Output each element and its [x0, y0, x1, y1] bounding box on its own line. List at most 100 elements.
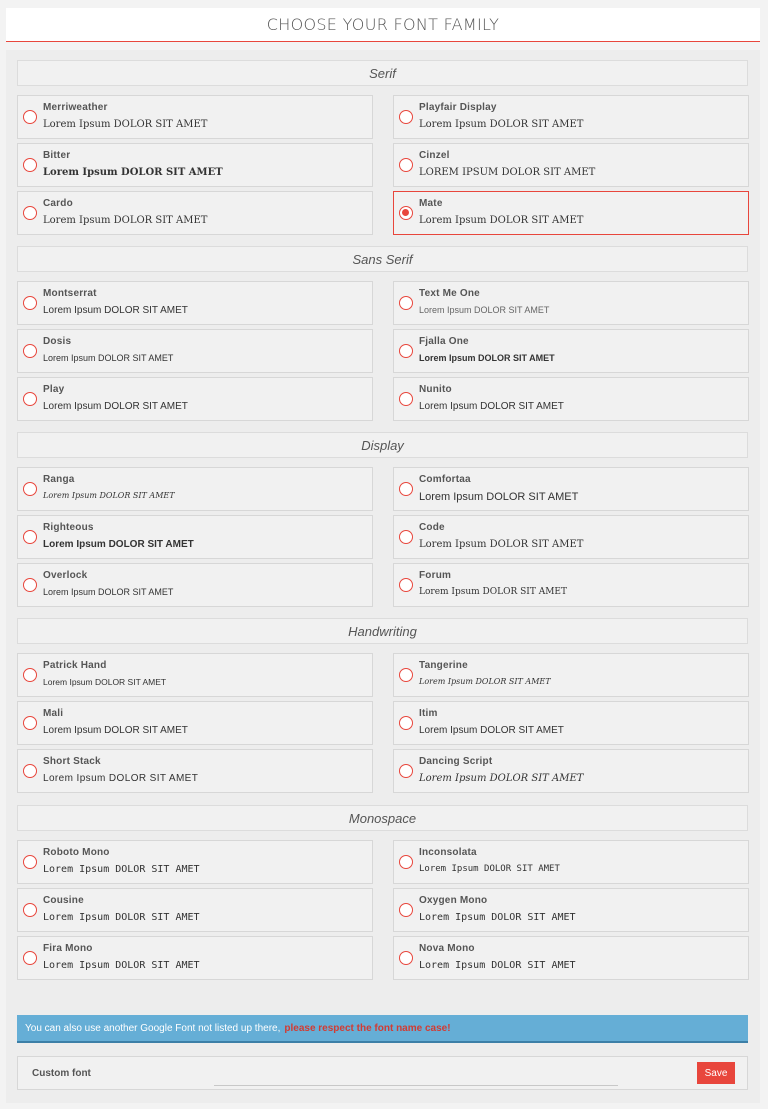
font-name: Comfortaa: [419, 474, 471, 485]
font-name: Righteous: [43, 522, 94, 533]
radio-button[interactable]: [23, 392, 37, 406]
font-option-overlock[interactable]: Overlock Lorem Ipsum DOLOR SIT AMET: [17, 563, 373, 607]
font-sample: Lorem Ipsum DOLOR SIT AMET: [43, 773, 199, 784]
radio-button[interactable]: [399, 764, 413, 778]
section-title-monospace: Monospace: [17, 805, 748, 831]
font-option-montserrat[interactable]: Montserrat Lorem Ipsum DOLOR SIT AMET: [17, 281, 373, 325]
radio-button[interactable]: [23, 855, 37, 869]
font-option-nunito[interactable]: Nunito Lorem Ipsum DOLOR SIT AMET: [393, 377, 749, 421]
font-sample: Lorem Ipsum DOLOR SIT AMET: [419, 119, 584, 130]
font-family-panel: Serif Merriweather Lorem Ipsum DOLOR SIT…: [6, 50, 760, 1103]
font-option-mate[interactable]: Mate Lorem Ipsum DOLOR SIT AMET: [393, 191, 749, 235]
font-option-ranga[interactable]: Ranga Lorem Ipsum DOLOR SIT AMET: [17, 467, 373, 511]
radio-button[interactable]: [23, 716, 37, 730]
font-option-nova-mono[interactable]: Nova Mono Lorem Ipsum DOLOR SIT AMET: [393, 936, 749, 980]
radio-button[interactable]: [399, 903, 413, 917]
radio-button[interactable]: [399, 530, 413, 544]
radio-button[interactable]: [399, 482, 413, 496]
font-option-tangerine[interactable]: Tangerine Lorem Ipsum DOLOR SIT AMET: [393, 653, 749, 697]
font-option-playfair-display[interactable]: Playfair Display Lorem Ipsum DOLOR SIT A…: [393, 95, 749, 139]
radio-button[interactable]: [23, 344, 37, 358]
font-option-cousine[interactable]: Cousine Lorem Ipsum DOLOR SIT AMET: [17, 888, 373, 932]
font-sample: Lorem Ipsum DOLOR SIT AMET: [43, 587, 174, 597]
font-option-dancing-script[interactable]: Dancing Script Lorem Ipsum DOLOR SIT AME…: [393, 749, 749, 793]
font-name: Dosis: [43, 336, 72, 347]
font-name: Patrick Hand: [43, 660, 107, 671]
font-sample: Lorem Ipsum DOLOR SIT AMET: [419, 773, 584, 784]
radio-button[interactable]: [23, 578, 37, 592]
font-name: Text Me One: [419, 288, 480, 299]
radio-button[interactable]: [23, 482, 37, 496]
font-name: Inconsolata: [419, 847, 477, 858]
font-option-short-stack[interactable]: Short Stack Lorem Ipsum DOLOR SIT AMET: [17, 749, 373, 793]
font-name: Cardo: [43, 198, 73, 209]
font-option-righteous[interactable]: Righteous Lorem Ipsum DOLOR SIT AMET: [17, 515, 373, 559]
save-button[interactable]: Save: [697, 1062, 735, 1084]
radio-button[interactable]: [23, 530, 37, 544]
font-name: Short Stack: [43, 756, 101, 767]
font-sample: Lorem Ipsum DOLOR SIT AMET: [419, 305, 550, 315]
font-option-fira-mono[interactable]: Fira Mono Lorem Ipsum DOLOR SIT AMET: [17, 936, 373, 980]
radio-button[interactable]: [23, 668, 37, 682]
font-sample: Lorem Ipsum DOLOR SIT AMET: [43, 215, 208, 226]
font-sample: Lorem Ipsum DOLOR SIT AMET: [43, 864, 200, 875]
font-option-fjalla-one[interactable]: Fjalla One Lorem Ipsum DOLOR SIT AMET: [393, 329, 749, 373]
font-option-patrick-hand[interactable]: Patrick Hand Lorem Ipsum DOLOR SIT AMET: [17, 653, 373, 697]
radio-button[interactable]: [399, 110, 413, 124]
font-name: Oxygen Mono: [419, 895, 488, 906]
radio-button[interactable]: [399, 296, 413, 310]
font-sample: Lorem Ipsum DOLOR SIT AMET: [43, 167, 223, 178]
font-option-cinzel[interactable]: Cinzel LOREM IPSUM DOLOR SIT AMET: [393, 143, 749, 187]
radio-button[interactable]: [399, 951, 413, 965]
font-option-merriweather[interactable]: Merriweather Lorem Ipsum DOLOR SIT AMET: [17, 95, 373, 139]
radio-button[interactable]: [23, 110, 37, 124]
font-option-dosis[interactable]: Dosis Lorem Ipsum DOLOR SIT AMET: [17, 329, 373, 373]
font-name: Nunito: [419, 384, 452, 395]
radio-button[interactable]: [399, 392, 413, 406]
font-name: Code: [419, 522, 445, 533]
radio-button[interactable]: [23, 903, 37, 917]
font-option-play[interactable]: Play Lorem Ipsum DOLOR SIT AMET: [17, 377, 373, 421]
font-sample: Lorem Ipsum DOLOR SIT AMET: [43, 912, 200, 923]
font-option-bitter[interactable]: Bitter Lorem Ipsum DOLOR SIT AMET: [17, 143, 373, 187]
radio-button[interactable]: [399, 158, 413, 172]
radio-button[interactable]: [23, 296, 37, 310]
font-option-mali[interactable]: Mali Lorem Ipsum DOLOR SIT AMET: [17, 701, 373, 745]
radio-button[interactable]: [399, 716, 413, 730]
custom-font-label: Custom font: [32, 1068, 91, 1079]
font-option-roboto-mono[interactable]: Roboto Mono Lorem Ipsum DOLOR SIT AMET: [17, 840, 373, 884]
radio-button[interactable]: [399, 578, 413, 592]
font-sample: Lorem Ipsum DOLOR SIT AMET: [43, 119, 208, 130]
font-option-text-me-one[interactable]: Text Me One Lorem Ipsum DOLOR SIT AMET: [393, 281, 749, 325]
radio-button[interactable]: [399, 344, 413, 358]
font-option-oxygen-mono[interactable]: Oxygen Mono Lorem Ipsum DOLOR SIT AMET: [393, 888, 749, 932]
radio-button[interactable]: [399, 855, 413, 869]
font-option-itim[interactable]: Itim Lorem Ipsum DOLOR SIT AMET: [393, 701, 749, 745]
radio-button[interactable]: [23, 206, 37, 220]
font-sample: Lorem Ipsum DOLOR SIT AMET: [419, 912, 576, 923]
font-option-code[interactable]: Code Lorem Ipsum DOLOR SIT AMET: [393, 515, 749, 559]
radio-button[interactable]: [23, 951, 37, 965]
font-sample: Lorem Ipsum DOLOR SIT AMET: [419, 215, 584, 226]
font-option-cardo[interactable]: Cardo Lorem Ipsum DOLOR SIT AMET: [17, 191, 373, 235]
info-text: You can also use another Google Font not…: [25, 1022, 281, 1034]
radio-button[interactable]: [399, 668, 413, 682]
radio-button-selected[interactable]: [399, 206, 413, 220]
font-name: Forum: [419, 570, 452, 581]
radio-button[interactable]: [23, 764, 37, 778]
font-sample: Lorem Ipsum DOLOR SIT AMET: [43, 491, 175, 500]
font-sample: Lorem Ipsum DOLOR SIT AMET: [43, 725, 188, 736]
font-sample: Lorem Ipsum DOLOR SIT AMET: [43, 353, 174, 363]
font-sample: Lorem Ipsum DOLOR SIT AMET: [43, 401, 188, 412]
custom-font-input[interactable]: [214, 1063, 618, 1086]
font-name: Itim: [419, 708, 438, 719]
font-sample: Lorem Ipsum DOLOR SIT AMET: [43, 677, 167, 687]
font-option-comfortaa[interactable]: Comfortaa Lorem Ipsum DOLOR SIT AMET: [393, 467, 749, 511]
font-sample: Lorem Ipsum DOLOR SIT AMET: [419, 539, 584, 550]
font-option-inconsolata[interactable]: Inconsolata Lorem Ipsum DOLOR SIT AMET: [393, 840, 749, 884]
font-name: Mate: [419, 198, 443, 209]
font-sample: LOREM IPSUM DOLOR SIT AMET: [419, 167, 596, 178]
radio-button[interactable]: [23, 158, 37, 172]
font-sample: Lorem Ipsum DOLOR SIT AMET: [419, 677, 551, 686]
font-option-forum[interactable]: Forum Lorem Ipsum DOLOR SIT AMET: [393, 563, 749, 607]
